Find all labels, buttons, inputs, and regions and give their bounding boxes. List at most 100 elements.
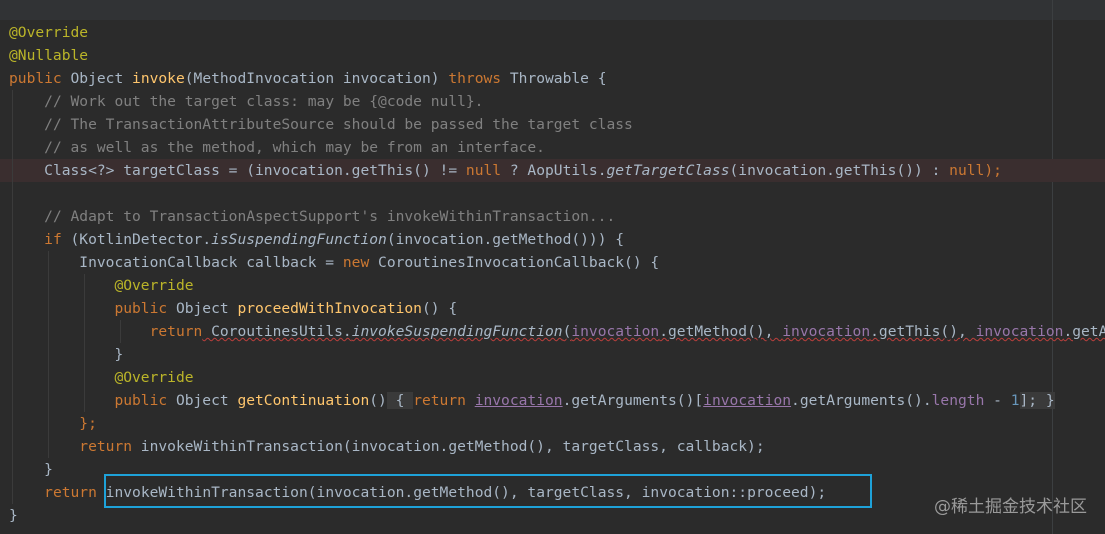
indent-guide	[12, 90, 13, 113]
folded-brace[interactable]: ]; }	[1019, 392, 1055, 409]
keyword-return: return	[79, 438, 133, 455]
code-line-1[interactable]: @Override	[0, 21, 1105, 44]
code-text: .getMethod(),	[659, 323, 783, 340]
code-text: .getArgu	[1063, 323, 1105, 340]
code-line-7[interactable]: Class<?> targetClass = (invocation.getTh…	[0, 159, 1105, 182]
code-line-9[interactable]: // Adapt to TransactionAspectSupport's i…	[0, 205, 1105, 228]
indent-guide	[12, 435, 13, 458]
indent-guide	[12, 343, 13, 366]
code-editor[interactable]: @Override @Nullable public Object invoke…	[0, 21, 1105, 527]
code-line-13[interactable]: public Object proceedWithInvocation() {	[0, 297, 1105, 320]
folded-brace[interactable]: {	[386, 392, 414, 409]
indent-guide	[48, 435, 49, 458]
code-line-15[interactable]: }	[0, 343, 1105, 366]
code-line-18[interactable]: };	[0, 412, 1105, 435]
indent-guide	[12, 113, 13, 136]
code-text: ? AopUtils.	[501, 162, 607, 179]
indent-guide	[48, 274, 49, 297]
watermark: @稀土掘金技术社区	[934, 497, 1087, 517]
keyword-return: return	[413, 392, 466, 409]
code-line-3[interactable]: public Object invoke(MethodInvocation in…	[0, 67, 1105, 90]
keyword-throws: throws	[448, 70, 502, 87]
code-text: .getArguments()[	[562, 392, 704, 409]
indent-guide	[84, 320, 85, 343]
keyword-if: if	[44, 231, 62, 248]
keyword-null: null	[465, 162, 502, 179]
code-line-5[interactable]: // The TransactionAttributeSource should…	[0, 113, 1105, 136]
indent-guide	[12, 205, 13, 228]
indent-guide	[12, 182, 13, 205]
annotation-nullable: @Nullable	[9, 47, 89, 64]
indent-guide	[48, 389, 49, 412]
indent-guide	[12, 297, 13, 320]
code-line-11[interactable]: InvocationCallback callback = new Corout…	[0, 251, 1105, 274]
keyword-new: new	[342, 254, 370, 271]
indent-guide	[84, 297, 85, 320]
code-line-4[interactable]: // Work out the target class: may be {@c…	[0, 90, 1105, 113]
indent-guide	[48, 251, 49, 274]
keyword-return: return	[149, 323, 203, 340]
indent-guide	[48, 412, 49, 435]
indent-guide	[12, 366, 13, 389]
code-text: invokeWithinTransaction(invocation.getMe…	[132, 438, 765, 455]
code-line-12[interactable]: @Override	[0, 274, 1105, 297]
punctuation: );	[984, 162, 1002, 179]
indent-guide	[84, 274, 85, 297]
code-text: CoroutinesUtils.	[202, 323, 352, 340]
indent-guide	[84, 366, 85, 389]
method-getcontinuation: getContinuation	[237, 392, 370, 409]
keyword-return: return	[44, 484, 97, 501]
code-text: CoroutinesInvocationCallback() {	[369, 254, 660, 271]
static-method: invokeSuspendingFunction	[351, 323, 563, 340]
indent-guide	[12, 228, 13, 251]
code-text: -	[984, 392, 1011, 409]
indent-guide	[12, 320, 13, 343]
indent-guide	[48, 320, 49, 343]
code-text: () {	[421, 300, 458, 317]
code-line-20[interactable]: }	[0, 458, 1105, 481]
comment: // Work out the target class: may be {@c…	[44, 93, 484, 110]
captured-variable: invocation	[782, 323, 871, 340]
static-method: getTargetClass	[606, 162, 730, 179]
indent-guide	[12, 458, 13, 481]
type-throwable: Throwable {	[509, 70, 607, 87]
params: (MethodInvocation invocation)	[184, 70, 440, 87]
editor-top-bar	[0, 0, 1105, 20]
code-line-8[interactable]	[0, 182, 1105, 205]
code-line-16[interactable]: @Override	[0, 366, 1105, 389]
comment: // The TransactionAttributeSource should…	[44, 116, 633, 133]
indent-guide	[12, 251, 13, 274]
annotation-override: @Override	[114, 277, 194, 294]
anon-class-end: };	[79, 415, 97, 432]
code-text: InvocationCallback callback =	[79, 254, 343, 271]
code-line-6[interactable]: // as well as the method, which may be f…	[0, 136, 1105, 159]
code-line-14[interactable]: return CoroutinesUtils.invokeSuspendingF…	[0, 320, 1105, 343]
indent-guide	[12, 136, 13, 159]
indent-guide	[12, 159, 13, 182]
captured-variable: invocation	[703, 392, 792, 409]
closing-brace: }	[114, 346, 124, 363]
code-line-19[interactable]: return invokeWithinTransaction(invocatio…	[0, 435, 1105, 458]
indent-guide	[48, 366, 49, 389]
code-line-10[interactable]: if (KotlinDetector.isSuspendingFunction(…	[0, 228, 1105, 251]
code-line-2[interactable]: @Nullable	[0, 44, 1105, 67]
static-method: isSuspendingFunction	[211, 231, 387, 248]
code-text: Object	[167, 392, 238, 409]
indent-guide	[84, 389, 85, 412]
error-code: CoroutinesUtils.invokeSuspendingFunction…	[202, 323, 1105, 340]
code-text: (invocation.getThis()) :	[729, 162, 950, 179]
code-text: .getArguments().	[791, 392, 932, 409]
keyword-null: null	[949, 162, 985, 179]
method-invoke: invoke	[132, 70, 185, 87]
closing-brace: }	[44, 461, 53, 478]
indent-guide	[12, 274, 13, 297]
indent-guide	[120, 320, 121, 343]
closing-brace: }	[9, 507, 18, 524]
captured-variable: invocation	[571, 323, 660, 340]
number-literal: 1	[1010, 392, 1020, 409]
keyword-public: public	[114, 300, 168, 317]
type-object: Object	[70, 70, 124, 87]
code-line-17[interactable]: public Object getContinuation() { return…	[0, 389, 1105, 412]
comment: // Adapt to TransactionAspectSupport's i…	[44, 208, 616, 225]
indent-guide	[84, 343, 85, 366]
